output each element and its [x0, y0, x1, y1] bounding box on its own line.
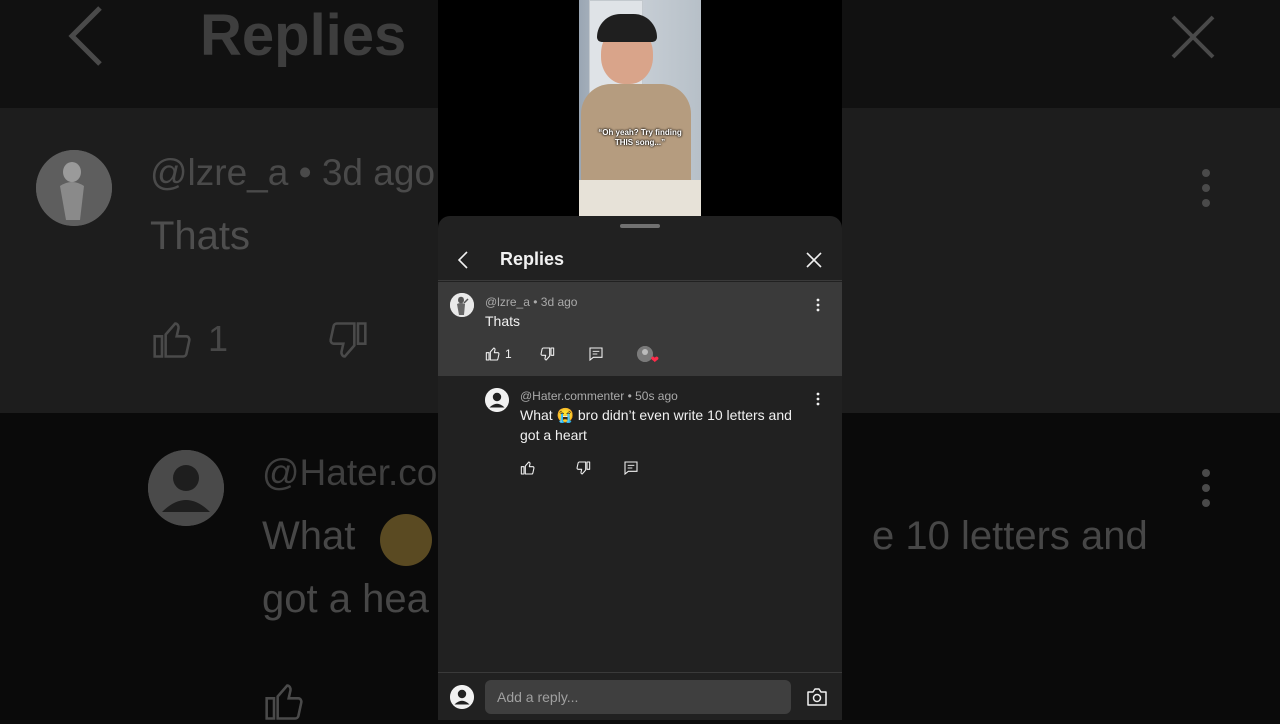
bg-username: @lzre_a • 3d ago	[150, 152, 436, 193]
video-caption: “Oh yeah? Try finding THIS song...”	[598, 128, 682, 147]
thumb-up-icon[interactable]	[485, 346, 501, 362]
comment-time: 50s ago	[635, 389, 678, 403]
sheet-header: Replies	[438, 232, 842, 281]
bg-comment-text: e 10 letters and	[872, 514, 1148, 558]
video-thumbnail[interactable]: “Oh yeah? Try finding THIS song...”	[579, 0, 701, 216]
bg-crying-emoji-icon	[380, 514, 432, 566]
bg-comment-text: got a hea	[262, 577, 429, 621]
replies-sheet: Replies @lzre_a • 3d ago Thats 1 ❤ @Hate…	[438, 216, 842, 720]
comment-username[interactable]: @lzre_a	[485, 295, 530, 309]
account-circle-icon[interactable]	[485, 388, 509, 412]
account-circle-icon	[450, 685, 474, 709]
reply-comment: @Hater.commenter • 50s ago What 😭 bro di…	[438, 376, 842, 496]
reply-composer	[438, 672, 842, 720]
bg-thumb-up-icon	[153, 322, 191, 358]
comment-text: Thats	[485, 313, 521, 329]
video-person-cap	[597, 14, 657, 42]
more-vert-icon[interactable]	[808, 295, 828, 315]
comment-reply-icon[interactable]	[588, 346, 604, 362]
bg-more-vert-icon	[1202, 169, 1210, 207]
bg-more-vert-icon	[1202, 469, 1210, 507]
meta-separator: •	[533, 295, 538, 309]
comment-username[interactable]: @Hater.commenter	[520, 389, 624, 403]
comment-meta: @Hater.commenter • 50s ago	[520, 389, 678, 403]
parent-comment: @lzre_a • 3d ago Thats 1 ❤	[438, 282, 842, 376]
bg-comment-text: What	[262, 514, 356, 558]
chevron-left-icon[interactable]	[452, 248, 476, 272]
bg-comment-text: Thats	[150, 214, 251, 258]
bg-like-count: 1	[208, 318, 229, 359]
bg-close-icon	[1171, 15, 1215, 59]
bg-thumb-down-icon	[329, 322, 367, 358]
more-vert-icon[interactable]	[808, 389, 828, 409]
close-icon[interactable]	[802, 248, 826, 272]
drag-handle[interactable]	[620, 224, 660, 228]
camera-icon[interactable]	[806, 687, 828, 707]
phone-frame: “Oh yeah? Try finding THIS song...” Repl…	[438, 0, 842, 720]
thumb-down-icon[interactable]	[539, 346, 555, 362]
thumb-up-icon[interactable]	[520, 460, 536, 476]
like-count: 1	[505, 347, 512, 361]
reply-input[interactable]	[485, 680, 791, 714]
thumb-down-icon[interactable]	[575, 460, 591, 476]
page-title: Replies	[500, 249, 565, 269]
comment-reply-icon[interactable]	[623, 460, 639, 476]
bg-username: @Hater.co	[262, 452, 438, 493]
creator-heart-icon[interactable]: ❤	[637, 346, 659, 366]
video-desk	[579, 180, 701, 216]
heart-icon: ❤	[650, 355, 659, 366]
bg-avatar	[36, 150, 112, 226]
bg-account-circle-icon	[148, 450, 224, 526]
comment-time: 3d ago	[540, 295, 578, 309]
avatar[interactable]	[450, 293, 474, 317]
bg-title: Replies	[200, 3, 407, 68]
meta-separator: •	[627, 389, 632, 403]
comment-meta: @lzre_a • 3d ago	[485, 295, 577, 309]
comment-text: What 😭 bro didn’t even write 10 letters …	[520, 407, 792, 443]
bg-chevron-left-icon	[68, 6, 102, 66]
bg-thumb-up-icon	[265, 684, 303, 720]
